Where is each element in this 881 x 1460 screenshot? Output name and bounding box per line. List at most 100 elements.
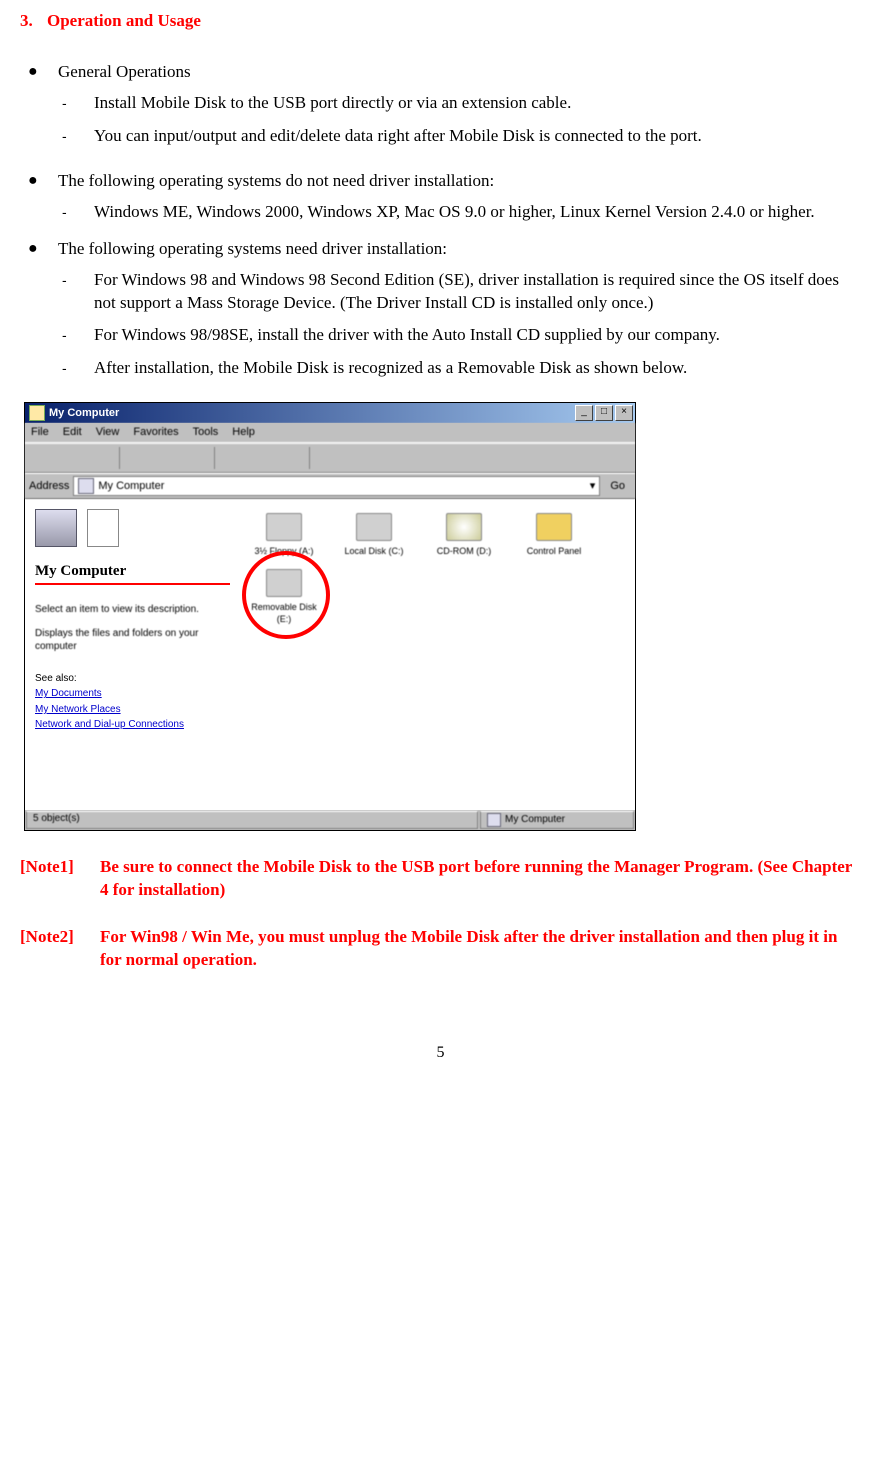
hdd-icon — [356, 513, 392, 541]
see-also-label: See also: — [35, 672, 230, 686]
up-button[interactable] — [89, 446, 115, 470]
addressbar: Address My Computer ▾ Go — [25, 473, 635, 499]
right-panel: 3½ Floppy (A:) Local Disk (C:) CD-ROM (D… — [240, 499, 635, 809]
toolbar — [25, 443, 635, 473]
panel-title: My Computer — [35, 561, 230, 585]
search-button[interactable] — [124, 446, 150, 470]
views-button[interactable] — [344, 446, 370, 470]
dash-item: -You can input/output and edit/delete da… — [20, 125, 861, 148]
dash-icon: - — [62, 125, 94, 148]
dropdown-icon[interactable]: ▾ — [590, 479, 596, 494]
note1: [Note1] Be sure to connect the Mobile Di… — [20, 856, 861, 902]
note-label: [Note2] — [20, 926, 100, 972]
section-title: Operation and Usage — [47, 11, 201, 30]
history-button[interactable] — [184, 446, 210, 470]
bullet-text: The following operating systems do not n… — [58, 170, 861, 193]
page-icon — [87, 509, 119, 547]
status-left: 5 object(s) — [26, 811, 478, 829]
go-button[interactable]: Go — [604, 479, 631, 494]
menu-file[interactable]: File — [31, 425, 49, 440]
dash-list: -Install Mobile Disk to the USB port dir… — [20, 92, 861, 148]
folders-button[interactable] — [154, 446, 180, 470]
bullet-text: General Operations — [58, 61, 861, 84]
control-panel[interactable]: Control Panel — [520, 513, 588, 557]
dash-text: Install Mobile Disk to the USB port dire… — [94, 92, 861, 115]
bullet-dot-icon: ● — [20, 238, 58, 261]
dash-list: -For Windows 98 and Windows 98 Second Ed… — [20, 269, 861, 381]
drive-row: Removable Disk (E:) — [250, 569, 625, 625]
toolbar-separator — [309, 447, 310, 469]
window-body: My Computer Select an item to view its d… — [25, 499, 635, 809]
back-button[interactable] — [29, 446, 55, 470]
bullet-need-driver: ● The following operating systems need d… — [20, 238, 861, 261]
dash-icon: - — [62, 269, 94, 315]
note-text: For Win98 / Win Me, you must unplug the … — [100, 926, 861, 972]
bullet-text: The following operating systems need dri… — [58, 238, 861, 261]
drive-label: Local Disk (C:) — [340, 545, 408, 557]
titlebar: My Computer _ □ × — [25, 403, 635, 423]
address-input[interactable]: My Computer ▾ — [73, 476, 600, 496]
dash-item: -Windows ME, Windows 2000, Windows XP, M… — [20, 201, 861, 224]
minimize-button[interactable]: _ — [575, 405, 593, 421]
maximize-button[interactable]: □ — [595, 405, 613, 421]
dash-item: -After installation, the Mobile Disk is … — [20, 357, 861, 380]
dash-icon: - — [62, 201, 94, 224]
dash-item: -For Windows 98/98SE, install the driver… — [20, 324, 861, 347]
move-button[interactable] — [219, 446, 245, 470]
highlight-circle — [242, 551, 330, 639]
status-right-text: My Computer — [505, 813, 565, 827]
menu-help[interactable]: Help — [232, 425, 255, 440]
bullet-dot-icon: ● — [20, 170, 58, 193]
dash-icon: - — [62, 324, 94, 347]
drive-row: 3½ Floppy (A:) Local Disk (C:) CD-ROM (D… — [250, 513, 625, 557]
dash-item: -For Windows 98 and Windows 98 Second Ed… — [20, 269, 861, 315]
statusbar: 5 object(s) My Computer — [25, 809, 635, 830]
bullet-general-operations: ● General Operations — [20, 61, 861, 84]
menu-favorites[interactable]: Favorites — [133, 425, 178, 440]
drive-label: Control Panel — [520, 545, 588, 557]
close-button[interactable]: × — [615, 405, 633, 421]
floppy-icon — [266, 513, 302, 541]
page-number: 5 — [20, 1042, 861, 1064]
note2: [Note2] For Win98 / Win Me, you must unp… — [20, 926, 861, 972]
dash-icon: - — [62, 92, 94, 115]
cd-drive[interactable]: CD-ROM (D:) — [430, 513, 498, 557]
menu-edit[interactable]: Edit — [63, 425, 82, 440]
menu-tools[interactable]: Tools — [193, 425, 219, 440]
note-text: Be sure to connect the Mobile Disk to th… — [100, 856, 861, 902]
toolbar-separator — [214, 447, 215, 469]
dash-icon: - — [62, 357, 94, 380]
panel-desc1: Select an item to view its description. — [35, 603, 230, 617]
dash-item: -Install Mobile Disk to the USB port dir… — [20, 92, 861, 115]
computer-small-icon — [487, 813, 501, 827]
panel-icons — [35, 509, 230, 547]
section-heading: 3. Operation and Usage — [20, 10, 861, 33]
forward-button[interactable] — [59, 446, 85, 470]
local-disk[interactable]: Local Disk (C:) — [340, 513, 408, 557]
address-value: My Computer — [98, 479, 164, 494]
status-right: My Computer — [480, 811, 634, 829]
bullet-no-driver: ● The following operating systems do not… — [20, 170, 861, 193]
control-panel-icon — [536, 513, 572, 541]
link-network-dialup[interactable]: Network and Dial-up Connections — [35, 718, 230, 732]
dash-text: For Windows 98/98SE, install the driver … — [94, 324, 861, 347]
copy-button[interactable] — [249, 446, 275, 470]
undo-button[interactable] — [314, 446, 340, 470]
menu-view[interactable]: View — [96, 425, 120, 440]
computer-icon — [78, 478, 94, 494]
dash-list: -Windows ME, Windows 2000, Windows XP, M… — [20, 201, 861, 224]
link-my-documents[interactable]: My Documents — [35, 687, 230, 701]
section-number: 3. — [20, 11, 33, 30]
left-panel: My Computer Select an item to view its d… — [25, 499, 240, 809]
address-label: Address — [29, 479, 69, 494]
drive-label: CD-ROM (D:) — [430, 545, 498, 557]
delete-button[interactable] — [279, 446, 305, 470]
window-icon — [29, 405, 45, 421]
dash-text: Windows ME, Windows 2000, Windows XP, Ma… — [94, 201, 861, 224]
bullet-dot-icon: ● — [20, 61, 58, 84]
toolbar-separator — [119, 447, 120, 469]
note-label: [Note1] — [20, 856, 100, 902]
dash-text: For Windows 98 and Windows 98 Second Edi… — [94, 269, 861, 315]
link-my-network-places[interactable]: My Network Places — [35, 703, 230, 717]
my-computer-screenshot: My Computer _ □ × File Edit View Favorit… — [24, 402, 861, 831]
